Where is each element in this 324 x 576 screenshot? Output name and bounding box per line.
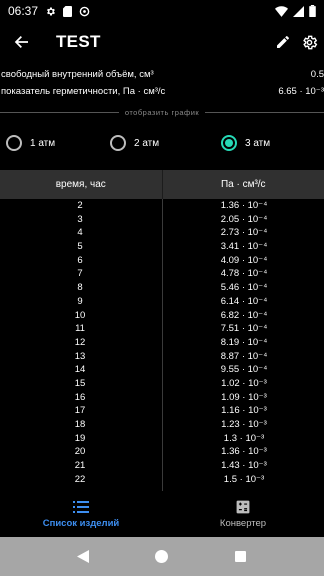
column-divider — [162, 199, 163, 491]
cell-time: 21 — [74, 460, 86, 472]
system-navigation-bar — [0, 537, 324, 576]
divider — [0, 111, 119, 113]
radio-circle[interactable] — [6, 135, 22, 151]
radio-label: 1 атм — [30, 137, 56, 149]
cell-rate: 9.55 · 10⁻⁴ — [220, 364, 268, 376]
radio-circle[interactable] — [110, 135, 126, 151]
status-time: 06:37 — [8, 4, 39, 18]
cell-rate: 1.16 · 10⁻³ — [221, 405, 267, 417]
cell-rate: 6.14 · 10⁻⁴ — [220, 295, 268, 307]
radio-label: 2 атм — [134, 137, 160, 149]
cell-time: 20 — [74, 446, 86, 458]
show-chart-toggle[interactable]: отобразить график — [0, 106, 324, 118]
column-header-rate: Па · см³/с — [161, 170, 324, 199]
volume-label: свободный внутренний объём, см³ — [1, 68, 154, 80]
show-chart-label[interactable]: отобразить график — [119, 108, 205, 117]
cell-rate: 1.3 · 10⁻³ — [223, 432, 265, 444]
cell-rate: 2.05 · 10⁻⁴ — [220, 213, 268, 225]
volume-value: 0.5 — [310, 68, 324, 80]
table-header: время, час Па · см³/с — [0, 170, 324, 199]
cell-rate: 1.43 · 10⁻³ — [221, 460, 267, 472]
cell-time: 15 — [74, 377, 86, 389]
pressure-radio-group: 1 атм 2 атм 3 атм — [0, 130, 324, 156]
cell-time: 14 — [74, 364, 86, 376]
sd-card-icon — [63, 5, 73, 17]
system-recents-button[interactable] — [234, 550, 248, 564]
signal-icon — [293, 5, 304, 17]
radio-label: 3 атм — [245, 137, 271, 149]
tightness-row: показатель герметичности, Па · см³/с 6.6… — [0, 83, 324, 99]
cell-time: 6 — [77, 254, 83, 266]
cell-rate: 8.87 · 10⁻⁴ — [220, 350, 268, 362]
cell-rate: 3.41 · 10⁻⁴ — [220, 241, 268, 253]
cell-rate: 1.36 · 10⁻³ — [221, 446, 267, 458]
cell-rate: 1.23 · 10⁻³ — [221, 419, 267, 430]
nav-label: Конвертер — [219, 517, 267, 529]
edit-button[interactable] — [272, 30, 294, 54]
cell-time: 8 — [77, 282, 83, 294]
cell-rate: 1.36 · 10⁻⁴ — [220, 200, 268, 211]
nav-label: Список изделий — [42, 517, 120, 529]
cell-time: 9 — [77, 295, 83, 307]
cell-time: 16 — [74, 391, 86, 403]
tightness-value: 6.65 · 10⁻³ — [278, 85, 324, 97]
cell-rate: 7.51 · 10⁻⁴ — [220, 323, 268, 335]
cell-rate: 5.46 · 10⁻⁴ — [220, 282, 268, 294]
radio-circle-checked[interactable] — [221, 135, 237, 151]
calculator-icon — [236, 500, 250, 513]
nav-converter[interactable]: Конвертер — [162, 491, 324, 537]
pencil-icon — [277, 36, 289, 48]
cell-time: 22 — [74, 473, 86, 485]
cell-time: 17 — [74, 405, 86, 417]
cell-time: 7 — [77, 268, 83, 280]
cell-rate: 4.09 · 10⁻⁴ — [220, 254, 268, 266]
settings-button[interactable] — [298, 30, 320, 54]
cell-rate: 1.5 · 10⁻³ — [223, 473, 265, 485]
cell-rate: 6.82 · 10⁻⁴ — [220, 309, 268, 321]
cell-rate: 1.02 · 10⁻³ — [221, 377, 267, 389]
gear-icon — [302, 35, 317, 49]
column-header-time: время, час — [55, 179, 106, 190]
cell-rate: 8.19 · 10⁻⁴ — [220, 336, 268, 348]
back-triangle-icon — [77, 550, 90, 563]
cell-time: 19 — [74, 432, 86, 444]
cell-rate: 1.09 · 10⁻³ — [221, 391, 267, 403]
gear-icon — [45, 6, 56, 17]
home-circle-icon — [155, 550, 169, 563]
cell-rate: 2.73 · 10⁻⁴ — [220, 227, 268, 239]
cell-time: 2 — [77, 200, 83, 211]
radio-1-atm[interactable]: 1 атм — [6, 130, 55, 156]
divider — [205, 111, 324, 113]
cell-time: 5 — [77, 241, 83, 253]
cell-time: 10 — [74, 309, 86, 321]
tightness-label: показатель герметичности, Па · см³/с — [1, 85, 166, 97]
list-icon — [73, 500, 89, 513]
system-back-button[interactable] — [76, 550, 90, 564]
cell-time: 13 — [74, 350, 86, 362]
radio-2-atm[interactable]: 2 атм — [110, 130, 159, 156]
recents-square-icon — [235, 551, 247, 562]
cell-time: 11 — [75, 323, 85, 335]
cell-time: 4 — [77, 227, 83, 239]
page-title: TEST — [56, 32, 101, 51]
arrow-left-icon — [14, 36, 28, 48]
app-bar: TEST — [0, 22, 324, 62]
volume-row: свободный внутренний объём, см³ 0.5 — [0, 66, 324, 82]
radio-3-atm[interactable]: 3 атм — [221, 130, 270, 156]
sync-icon — [79, 6, 90, 17]
cell-rate: 4.78 · 10⁻⁴ — [220, 268, 268, 280]
nav-products-list[interactable]: Список изделий — [0, 491, 162, 537]
cell-time: 12 — [74, 336, 86, 348]
cell-time: 18 — [74, 419, 86, 430]
bottom-navigation: Список изделий Конвертер — [0, 491, 324, 537]
table-body[interactable]: 2 1.36 · 10⁻⁴ 3 2.05 · 10⁻⁴ 4 2.73 · 10⁻⁴ 5 3.4… — [0, 199, 324, 491]
battery-icon — [309, 5, 316, 17]
back-button[interactable] — [2, 22, 42, 62]
status-bar: 06:37 — [0, 0, 324, 22]
wifi-icon — [275, 5, 288, 17]
cell-time: 3 — [77, 213, 83, 225]
system-home-button[interactable] — [155, 550, 169, 564]
